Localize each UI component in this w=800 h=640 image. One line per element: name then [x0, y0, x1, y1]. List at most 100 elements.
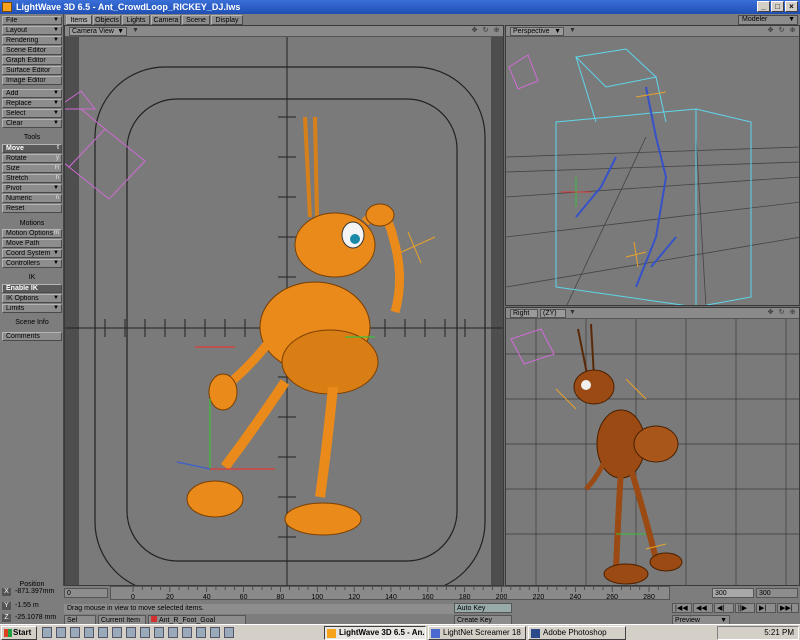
current-frame-field[interactable]: 300 — [712, 588, 754, 598]
minimize-button[interactable]: _ — [757, 1, 770, 12]
stretch-tool-button[interactable]: Stretch h — [2, 174, 62, 183]
quicklaunch-explorer-icon[interactable] — [56, 627, 66, 638]
image-editor-button[interactable]: Image Editor — [2, 76, 62, 85]
controllers-label: Controllers — [6, 260, 40, 267]
pivot-menu[interactable]: Pivot ▼ — [2, 184, 62, 193]
controllers-menu[interactable]: Controllers ▼ — [2, 259, 62, 268]
viewport-options-icon[interactable]: ▼ — [568, 27, 577, 36]
viewport-options-icon[interactable]: ▼ — [568, 309, 577, 318]
quicklaunch-app-icon[interactable] — [98, 627, 108, 638]
tab-display[interactable]: Display — [211, 15, 243, 25]
tab-items[interactable]: Items — [66, 15, 92, 25]
position-z-value: -25.1078 mm — [15, 614, 57, 621]
quicklaunch-browser-icon[interactable] — [70, 627, 80, 638]
limits-menu[interactable]: Limits ▼ — [2, 304, 62, 313]
rotate-view-icon[interactable]: ↻ — [777, 27, 786, 36]
position-x-field[interactable]: X -871.397mm — [2, 588, 62, 597]
move-path-button[interactable]: Move Path — [2, 239, 62, 248]
replace-menu-label: Replace — [6, 100, 32, 107]
play-button[interactable]: ||▶ — [735, 603, 755, 613]
view-type-select[interactable]: Perspective ▼ — [510, 27, 564, 36]
taskbar-lightwave[interactable]: LightWave 3D 6.5 - An... — [324, 626, 426, 640]
view-type-select[interactable]: Camera View ▼ — [69, 27, 127, 36]
camera-object — [508, 54, 539, 90]
last-frame-button[interactable]: ▶▶| — [777, 603, 799, 613]
quicklaunch-app-icon[interactable] — [140, 627, 150, 638]
taskbar-lightnet[interactable]: LightNet Screamer 18 — [428, 626, 526, 640]
timeline-start-field[interactable]: 0 — [64, 588, 108, 598]
motion-options-button[interactable]: Motion Options m — [2, 229, 62, 238]
tab-camera[interactable]: Camera — [151, 15, 181, 25]
step-back-button[interactable]: ◀| — [714, 603, 734, 613]
file-menu[interactable]: File ▼ — [2, 16, 62, 25]
tab-lights[interactable]: Lights — [122, 15, 150, 25]
right-viewport[interactable]: Right (ZY) ▼ ✥ ↻ ⊕ — [505, 307, 800, 586]
rotate-view-icon[interactable]: ↻ — [777, 309, 786, 318]
surface-editor-button[interactable]: Surface Editor — [2, 66, 62, 75]
tab-scene[interactable]: Scene — [182, 15, 210, 25]
auto-key-button[interactable]: Auto Key — [454, 603, 512, 613]
camera-viewport[interactable]: Camera View ▼ ▼ ✥ ↻ ⊕ — [64, 25, 504, 586]
viewport-options-icon[interactable]: ▼ — [131, 27, 140, 36]
size-tool-button[interactable]: Size H — [2, 164, 62, 173]
select-menu[interactable]: Select ▼ — [2, 109, 62, 118]
view-type-select[interactable]: Right — [510, 309, 538, 318]
coord-system-menu[interactable]: Coord System ▼ — [2, 249, 62, 258]
quicklaunch-app-icon[interactable] — [196, 627, 206, 638]
chevron-down-icon: ▼ — [117, 28, 124, 35]
add-menu[interactable]: Add ▼ — [2, 89, 62, 98]
view-type-label: Camera View — [72, 28, 114, 35]
timeline-tick-label: 220 — [533, 594, 545, 601]
quicklaunch-app-icon[interactable] — [224, 627, 234, 638]
zoom-icon[interactable]: ⊕ — [788, 309, 797, 318]
axis-select[interactable]: (ZY) — [540, 309, 566, 318]
pan-icon[interactable]: ✥ — [470, 27, 479, 36]
rotate-view-icon[interactable]: ↻ — [481, 27, 490, 36]
quicklaunch-app-icon[interactable] — [154, 627, 164, 638]
stretch-tool-label: Stretch — [6, 175, 29, 182]
graph-editor-button[interactable]: Graph Editor — [2, 56, 62, 65]
zoom-icon[interactable]: ⊕ — [492, 27, 501, 36]
start-label: Start — [13, 628, 32, 637]
rewind-button[interactable]: ◀◀ — [693, 603, 713, 613]
reset-button[interactable]: Reset — [2, 204, 62, 213]
enable-ik-button[interactable]: Enable IK — [2, 284, 62, 293]
quicklaunch-app-icon[interactable] — [210, 627, 220, 638]
comments-button[interactable]: Comments — [2, 332, 62, 341]
quicklaunch-app-icon[interactable] — [112, 627, 122, 638]
rotate-tool-button[interactable]: Rotate y — [2, 154, 62, 163]
clear-menu[interactable]: Clear ▼ — [2, 119, 62, 128]
layout-menu[interactable]: Layout ▼ — [2, 26, 62, 35]
timeline-tick-label: 0 — [131, 594, 135, 601]
title-bar: LightWave 3D 6.5 - Ant_CrowdLoop_RICKEY_… — [0, 0, 800, 14]
replace-menu[interactable]: Replace ▼ — [2, 99, 62, 108]
modeler-switch[interactable]: Modeler ▼ — [738, 15, 798, 25]
rendering-menu[interactable]: Rendering ▼ — [2, 36, 62, 45]
quicklaunch-desktop-icon[interactable] — [42, 627, 52, 638]
first-frame-button[interactable]: |◀◀ — [672, 603, 692, 613]
chevron-down-icon: ▼ — [53, 110, 59, 116]
timeline-end-field[interactable]: 300 — [756, 588, 798, 598]
pan-icon[interactable]: ✥ — [766, 27, 775, 36]
timeline-ruler[interactable]: 0 20 40 60 80 100 120 140 160 180 200 220 240 260 280 — [110, 586, 670, 601]
quicklaunch-app-icon[interactable] — [126, 627, 136, 638]
step-forward-button[interactable]: ▶| — [756, 603, 776, 613]
start-button[interactable]: Start — [1, 626, 37, 640]
scene-editor-button[interactable]: Scene Editor — [2, 46, 62, 55]
close-button[interactable]: × — [785, 1, 798, 12]
quicklaunch-app-icon[interactable] — [84, 627, 94, 638]
tab-objects[interactable]: Objects — [93, 15, 121, 25]
maximize-button[interactable]: □ — [771, 1, 784, 12]
scene-info-button[interactable]: Scene Info — [2, 319, 62, 328]
quicklaunch-app-icon[interactable] — [182, 627, 192, 638]
numeric-button[interactable]: Numeric n — [2, 194, 62, 203]
taskbar-photoshop[interactable]: Adobe Photoshop — [528, 626, 626, 640]
quicklaunch-app-icon[interactable] — [168, 627, 178, 638]
zoom-icon[interactable]: ⊕ — [788, 27, 797, 36]
position-y-field[interactable]: Y -1.55 m — [2, 602, 62, 611]
perspective-viewport[interactable]: Perspective ▼ ▼ ✥ ↻ ⊕ — [505, 25, 800, 306]
ik-options-menu[interactable]: IK Options ▼ — [2, 294, 62, 303]
move-tool-button[interactable]: Move t — [2, 144, 62, 153]
position-z-field[interactable]: Z -25.1078 mm — [2, 614, 62, 623]
pan-icon[interactable]: ✥ — [766, 309, 775, 318]
